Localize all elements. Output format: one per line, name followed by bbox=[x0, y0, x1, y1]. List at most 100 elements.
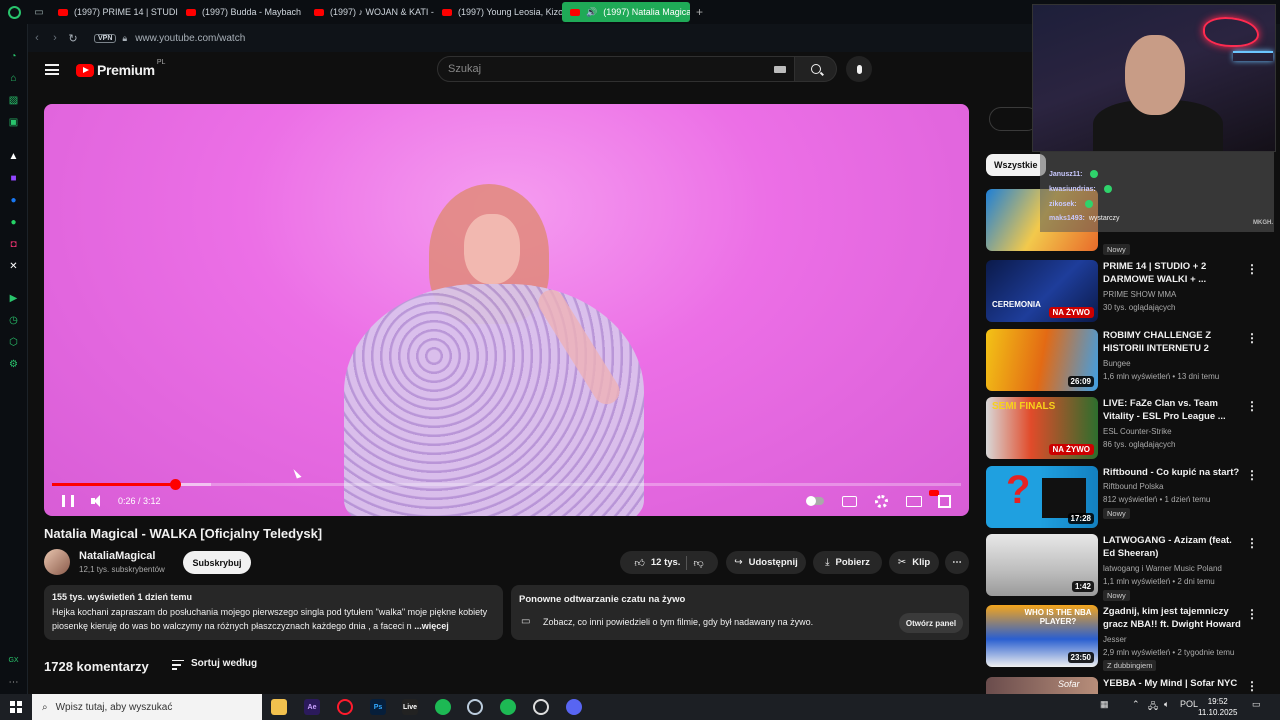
keyboard-icon[interactable] bbox=[774, 66, 786, 73]
music-icon[interactable]: ▣ bbox=[7, 116, 20, 129]
spotify-icon[interactable] bbox=[500, 699, 516, 715]
chip-all[interactable]: Wszystkie bbox=[986, 154, 1046, 176]
video-thumbnail[interactable]: SEMI FINALS NA ŻYWO bbox=[986, 397, 1098, 459]
url-field[interactable]: www.youtube.com/watch bbox=[135, 33, 245, 44]
fullscreen-button[interactable] bbox=[938, 494, 951, 508]
theater-button[interactable] bbox=[906, 494, 922, 508]
tab-3[interactable]: (1997) ♪ WOJAN & KATI - bbox=[306, 2, 434, 22]
video-thumbnail[interactable]: CEREMONIA NA ŻYWO bbox=[986, 260, 1098, 322]
search-input[interactable]: Szukaj bbox=[437, 56, 795, 82]
network-icon[interactable]: 🖧︎ bbox=[1148, 699, 1158, 715]
forward-icon[interactable]: › bbox=[46, 32, 64, 44]
opera-gx-icon[interactable] bbox=[337, 699, 353, 715]
sort-icon[interactable] bbox=[172, 660, 184, 670]
menu-icon[interactable] bbox=[45, 64, 59, 75]
youtube-logo[interactable]: Premium PL bbox=[76, 59, 165, 78]
video-player[interactable]: 0:26 / 3:12 bbox=[44, 104, 969, 516]
description-box[interactable]: 155 tys. wyświetleń 1 dzień temu Hejka k… bbox=[44, 585, 503, 640]
live-icon[interactable]: Live bbox=[402, 699, 418, 715]
clip-button[interactable]: ✂ Klip bbox=[889, 551, 939, 574]
more-options-icon[interactable]: ⋮ bbox=[1246, 399, 1258, 413]
back-icon[interactable]: ‹ bbox=[28, 32, 46, 44]
video-title[interactable]: Riftbound - Co kupić na start? bbox=[1103, 466, 1243, 479]
settings-button[interactable] bbox=[875, 494, 888, 508]
autoplay-toggle[interactable] bbox=[806, 494, 824, 508]
channel-name[interactable]: Jesser bbox=[1103, 635, 1127, 644]
more-options-icon[interactable]: ⋮ bbox=[1246, 607, 1258, 621]
tray-chevron-icon[interactable]: ⌃ bbox=[1132, 699, 1140, 710]
file-explorer-icon[interactable] bbox=[271, 699, 287, 715]
more-options-icon[interactable]: ⋮ bbox=[1246, 262, 1258, 276]
recommendation-item[interactable]: 26:09 ROBIMY CHALLENGE Z HISTORII INTERN… bbox=[986, 329, 1280, 393]
taskbar-search-input[interactable]: ⌕ Wpisz tutaj, aby wyszukać bbox=[32, 694, 262, 720]
more-options-icon[interactable]: ⋮ bbox=[1246, 679, 1258, 693]
voice-search-button[interactable] bbox=[846, 56, 872, 82]
video-title[interactable]: PRIME 14 | STUDIO + 2 DARMOWE WALKI + ..… bbox=[1103, 260, 1243, 286]
search-button[interactable] bbox=[795, 56, 837, 82]
progress-bar[interactable] bbox=[52, 479, 961, 490]
volume-icon[interactable]: 🔈︎ bbox=[1164, 699, 1169, 710]
video-title[interactable]: LIVE: FaZe Clan vs. Team Vitality - ESL … bbox=[1103, 397, 1243, 423]
like-count[interactable]: 12 tys. bbox=[651, 557, 681, 568]
more-actions-button[interactable]: ⋯ bbox=[945, 551, 969, 574]
history-icon[interactable]: ◷ bbox=[7, 314, 20, 327]
player-icon[interactable]: ▶ bbox=[7, 292, 20, 305]
video-title[interactable]: Zgadnij, kim jest tajemniczy gracz NBA!!… bbox=[1103, 605, 1243, 631]
app-icon[interactable]: ▲ bbox=[7, 150, 20, 163]
spotify-icon[interactable] bbox=[435, 699, 451, 715]
channel-name[interactable]: PRIME SHOW MMA bbox=[1103, 290, 1176, 299]
workspaces-icon[interactable]: ▭ bbox=[28, 0, 50, 24]
tray-app-icon[interactable]: ▦ bbox=[1100, 699, 1109, 710]
channel-name[interactable]: NataliaMagical bbox=[79, 550, 155, 562]
recommendation-item[interactable]: SEMI FINALS NA ŻYWO LIVE: FaZe Clan vs. … bbox=[986, 397, 1280, 461]
reload-icon[interactable]: ↻ bbox=[64, 32, 82, 45]
whatsapp-icon[interactable]: ● bbox=[7, 216, 20, 229]
new-tab-button[interactable]: + bbox=[690, 5, 709, 19]
video-thumbnail[interactable]: WHO IS THE NBA PLAYER? 23:50 bbox=[986, 605, 1098, 667]
channel-name[interactable]: Bungee bbox=[1103, 359, 1131, 368]
more-options-icon[interactable]: ⋮ bbox=[1246, 536, 1258, 550]
speaker-icon[interactable]: 🔊 bbox=[586, 7, 597, 18]
video-title[interactable]: YEBBA - My Mind | Sofar NYC bbox=[1103, 677, 1243, 690]
channel-avatar[interactable] bbox=[44, 549, 70, 575]
notifications-icon[interactable]: ▭ bbox=[1252, 699, 1261, 710]
opera-logo[interactable] bbox=[0, 0, 28, 24]
mute-button[interactable] bbox=[91, 494, 105, 508]
gx-icon[interactable]: GX bbox=[7, 654, 20, 667]
ccleaner-icon[interactable] bbox=[467, 699, 483, 715]
recommendation-item[interactable]: Sofar YEBBA - My Mind | Sofar NYC ⋮ bbox=[986, 677, 1280, 694]
recommendation-item[interactable]: ? 17:28 Riftbound - Co kupić na start? R… bbox=[986, 466, 1280, 530]
download-button[interactable]: ⤓ Pobierz bbox=[813, 551, 882, 574]
messenger-icon[interactable]: ● bbox=[7, 194, 20, 207]
sort-button[interactable]: Sortuj według bbox=[191, 658, 257, 669]
gamepad-icon[interactable]: ⬡ bbox=[7, 336, 20, 349]
extension-icon[interactable]: ⌂ bbox=[7, 72, 20, 85]
open-panel-button[interactable]: Otwórz panel bbox=[899, 613, 963, 633]
instagram-icon[interactable]: ◘ bbox=[7, 238, 20, 251]
aria-icon[interactable]: ◔ bbox=[7, 50, 20, 63]
crypto-icon[interactable]: ▧ bbox=[7, 94, 20, 107]
start-button[interactable] bbox=[10, 701, 22, 713]
share-button[interactable]: ↪ Udostępnij bbox=[726, 551, 806, 574]
tab-4[interactable]: (1997) Young Leosia, Kizo bbox=[434, 2, 562, 22]
more-options-icon[interactable]: ⋮ bbox=[1246, 468, 1258, 482]
subtitles-button[interactable] bbox=[842, 494, 857, 508]
video-thumbnail[interactable]: ? 17:28 bbox=[986, 466, 1098, 528]
x-icon[interactable]: ✕ bbox=[7, 260, 20, 273]
video-thumbnail[interactable]: 26:09 bbox=[986, 329, 1098, 391]
video-title[interactable]: LATWOGANG - Azizam (feat. Ed Sheeran) bbox=[1103, 534, 1243, 560]
clock[interactable]: 19:52 11.10.2025 bbox=[1198, 696, 1237, 718]
video-thumbnail[interactable]: 1:42 bbox=[986, 534, 1098, 596]
settings-icon[interactable]: ⚙ bbox=[7, 358, 20, 371]
recommendation-item[interactable]: 1:42 LATWOGANG - Azizam (feat. Ed Sheera… bbox=[986, 534, 1280, 601]
more-icon[interactable]: ⋯ bbox=[7, 676, 20, 689]
lock-icon[interactable]: 🔒︎ bbox=[122, 33, 127, 44]
discord-icon[interactable] bbox=[566, 699, 582, 715]
twitch-icon[interactable]: ■ bbox=[7, 172, 20, 185]
subscribe-button[interactable]: Subskrybuj bbox=[183, 551, 251, 574]
steam-icon[interactable] bbox=[533, 699, 549, 715]
after-effects-icon[interactable]: Ae bbox=[304, 699, 320, 715]
show-more-link[interactable]: ...więcej bbox=[414, 621, 449, 631]
tab-2[interactable]: (1997) Budda - Maybach bbox=[178, 2, 306, 22]
more-options-icon[interactable]: ⋮ bbox=[1246, 331, 1258, 345]
